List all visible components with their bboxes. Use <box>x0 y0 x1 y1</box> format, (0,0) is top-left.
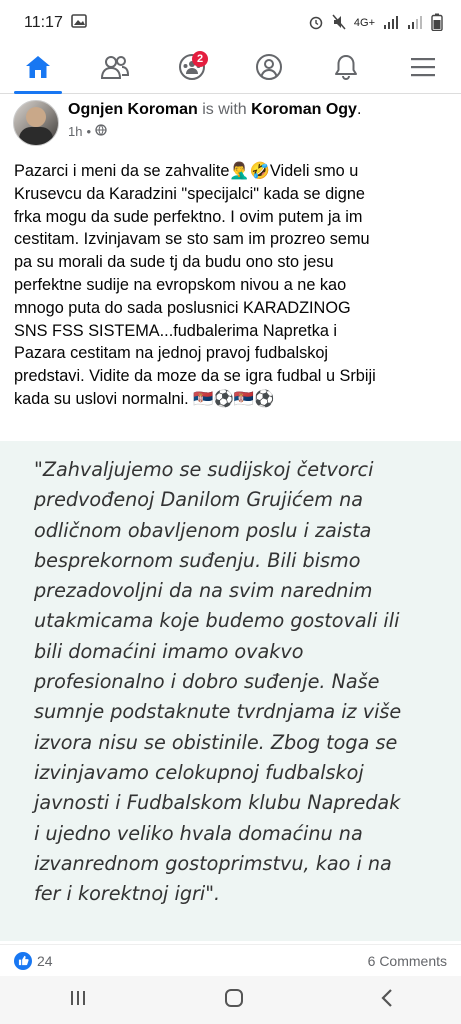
avatar[interactable] <box>13 100 59 146</box>
nav-groups[interactable]: 2 <box>162 47 222 93</box>
period: . <box>356 101 362 118</box>
nav-menu[interactable] <box>393 47 453 93</box>
comments-count[interactable]: 6 Comments <box>368 953 447 969</box>
post-header: Ognjen Koroman is with Koroman Ogy. 1h • <box>0 96 461 148</box>
author-name[interactable]: Ognjen Koroman <box>68 101 198 118</box>
system-nav-bar <box>0 976 461 1024</box>
top-nav: 2 <box>0 46 461 94</box>
alarm-icon <box>308 14 324 33</box>
quote-card: "Zahvaljujemo se sudijskoj četvorci pred… <box>0 441 461 941</box>
post-time[interactable]: 1h <box>68 124 82 139</box>
battery-icon <box>431 13 443 34</box>
status-time: 11:17 <box>24 14 63 31</box>
status-bar: 11:17 4G+ <box>0 0 461 46</box>
post-author-line: Ognjen Koroman is with Koroman Ogy. <box>68 101 361 119</box>
mute-icon <box>332 14 346 33</box>
post-body-text: Pazarci i meni da se zahvalite🤦‍♂️🤣Videl… <box>14 162 376 408</box>
quote-text: "Zahvaljujemo se sudijskoj četvorci pred… <box>34 458 402 906</box>
home-icon <box>24 54 52 85</box>
groups-badge: 2 <box>192 50 209 67</box>
recent-apps-icon[interactable] <box>68 989 88 1012</box>
nav-home[interactable] <box>8 47 68 94</box>
with-text: is with <box>202 101 247 118</box>
gallery-notification-icon <box>71 13 87 33</box>
post-meta: 1h • <box>68 124 107 139</box>
hamburger-menu-icon <box>410 56 436 83</box>
tagged-name[interactable]: Koroman Ogy <box>251 101 357 118</box>
likes-count: 24 <box>37 952 53 969</box>
friends-icon <box>100 54 130 85</box>
profile-icon <box>254 53 284 86</box>
bell-icon <box>333 53 359 86</box>
like-icon <box>14 951 32 970</box>
signal-icon <box>383 15 399 32</box>
signal-icon-2 <box>407 15 423 32</box>
network-type-label: 4G+ <box>353 17 375 29</box>
back-icon[interactable] <box>380 988 394 1013</box>
globe-icon <box>95 124 107 139</box>
nav-friends[interactable] <box>85 47 145 93</box>
reactions-bar: 24 6 Comments <box>0 944 461 976</box>
separator: • <box>86 124 92 139</box>
home-button-icon[interactable] <box>223 987 245 1014</box>
reaction-summary[interactable]: 24 <box>14 951 53 970</box>
nav-notifications[interactable] <box>316 47 376 93</box>
nav-profile[interactable] <box>239 47 299 93</box>
